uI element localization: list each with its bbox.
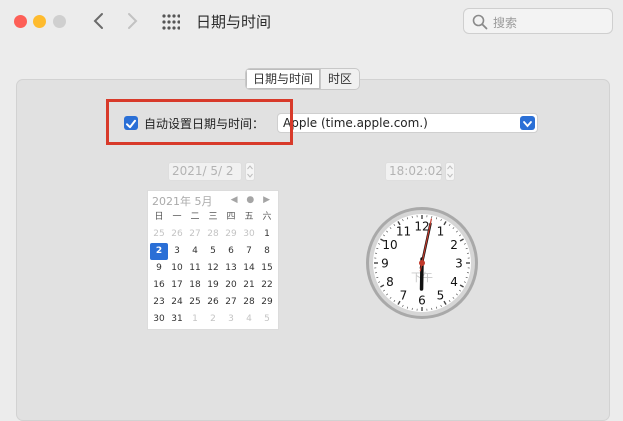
calendar-day[interactable]: 5 (204, 243, 222, 260)
calendar-day[interactable]: 9 (150, 260, 168, 277)
chevron-right-icon (121, 9, 143, 33)
select-arrow-button[interactable] (520, 116, 535, 130)
clock-number: 3 (455, 257, 463, 271)
calendar-day[interactable]: 27 (222, 294, 240, 311)
calendar-grid: 日一二三四五六252627282930123456789101112131415… (150, 209, 276, 328)
calendar-day[interactable]: 4 (186, 243, 204, 260)
clock-number: 10 (382, 238, 397, 252)
calendar-day[interactable]: 6 (222, 243, 240, 260)
calendar-weekday: 一 (168, 209, 186, 226)
clock-number: 9 (381, 257, 389, 271)
calendar-day[interactable]: 1 (258, 226, 276, 243)
clock-number: 12 (414, 220, 429, 234)
back-button[interactable] (88, 9, 110, 33)
zoom-button[interactable] (53, 15, 66, 28)
calendar-weekday: 六 (258, 209, 276, 226)
calendar-month-label: 2021年 5月 (152, 193, 213, 209)
time-stepper[interactable] (445, 162, 455, 181)
time-server-select[interactable]: Apple (time.apple.com.) (277, 113, 538, 133)
calendar-day[interactable]: 18 (186, 277, 204, 294)
calendar-weekday: 日 (150, 209, 168, 226)
show-all-button[interactable] (162, 14, 180, 30)
calendar-day[interactable]: 7 (240, 243, 258, 260)
calendar-day[interactable]: 1 (186, 311, 204, 328)
calendar-day[interactable]: 29 (258, 294, 276, 311)
clock-number: 8 (386, 275, 394, 289)
grid-icon (162, 14, 180, 30)
clock-number: 7 (400, 289, 408, 303)
calendar-day[interactable]: 5 (258, 311, 276, 328)
minimize-button[interactable] (33, 15, 46, 28)
calendar: 2021年 5月 ◀ ● ▶ 日一二三四五六252627282930123456… (147, 190, 279, 330)
calendar-day[interactable]: 31 (168, 311, 186, 328)
close-button[interactable] (14, 15, 27, 28)
calendar-day[interactable]: 28 (204, 226, 222, 243)
clock-number: 2 (450, 238, 458, 252)
search-input[interactable]: 搜索 (493, 14, 517, 31)
calendar-day[interactable]: 8 (258, 243, 276, 260)
calendar-day[interactable]: 16 (150, 277, 168, 294)
calendar-day[interactable]: 24 (168, 294, 186, 311)
calendar-day[interactable]: 20 (222, 277, 240, 294)
clock-number: 5 (437, 289, 445, 303)
calendar-day[interactable]: 2 (204, 311, 222, 328)
calendar-day[interactable]: 25 (186, 294, 204, 311)
window-title: 日期与时间 (196, 11, 271, 32)
calendar-weekday: 二 (186, 209, 204, 226)
calendar-day[interactable]: 26 (204, 294, 222, 311)
tab-bar: 日期与时间 时区 (245, 68, 360, 90)
calendar-day[interactable]: 29 (222, 226, 240, 243)
clock-number: 11 (396, 224, 411, 238)
chevron-left-icon (88, 9, 110, 33)
calendar-weekday: 五 (240, 209, 258, 226)
stepper-arrows-icon (446, 163, 454, 180)
date-field[interactable]: 2021/ 5/ 2 (168, 162, 242, 181)
calendar-day[interactable]: 12 (204, 260, 222, 277)
time-server-value: Apple (time.apple.com.) (283, 116, 428, 130)
calendar-day[interactable]: 11 (186, 260, 204, 277)
calendar-day[interactable]: 10 (168, 260, 186, 277)
calendar-day[interactable]: 14 (240, 260, 258, 277)
calendar-day[interactable]: 19 (204, 277, 222, 294)
calendar-day[interactable]: 13 (222, 260, 240, 277)
clock-number: 1 (437, 224, 445, 238)
clock-number: 6 (418, 294, 426, 308)
tab-date-time[interactable]: 日期与时间 (246, 69, 320, 89)
calendar-day[interactable]: 28 (240, 294, 258, 311)
calendar-day[interactable]: 25 (150, 226, 168, 243)
calendar-day[interactable]: 21 (240, 277, 258, 294)
calendar-day[interactable]: 3 (222, 311, 240, 328)
clock-number: 4 (450, 275, 458, 289)
calendar-day[interactable]: 22 (258, 277, 276, 294)
tab-time-zone[interactable]: 时区 (321, 69, 359, 89)
calendar-day[interactable]: 17 (168, 277, 186, 294)
calendar-day[interactable]: 2 (150, 243, 168, 260)
calendar-day[interactable]: 27 (186, 226, 204, 243)
clock-center (419, 260, 425, 266)
calendar-weekday: 四 (222, 209, 240, 226)
calendar-day[interactable]: 3 (168, 243, 186, 260)
analog-clock: 121234567891011 下午 (364, 205, 480, 321)
chevron-down-icon (520, 117, 535, 131)
calendar-nav[interactable]: ◀ ● ▶ (231, 195, 273, 205)
annotation-highlight-box (106, 99, 293, 145)
stepper-arrows-icon (246, 163, 254, 180)
calendar-day[interactable]: 4 (240, 311, 258, 328)
time-field[interactable]: 18:02:02 (385, 162, 442, 181)
search-field[interactable]: 搜索 (463, 8, 613, 34)
forward-button[interactable] (121, 9, 143, 33)
toolbar: 日期与时间 搜索 (0, 0, 623, 44)
calendar-day[interactable]: 30 (240, 226, 258, 243)
calendar-day[interactable]: 15 (258, 260, 276, 277)
calendar-day[interactable]: 23 (150, 294, 168, 311)
search-icon (472, 14, 488, 30)
calendar-day[interactable]: 30 (150, 311, 168, 328)
date-stepper[interactable] (245, 162, 255, 181)
calendar-weekday: 三 (204, 209, 222, 226)
calendar-day[interactable]: 26 (168, 226, 186, 243)
